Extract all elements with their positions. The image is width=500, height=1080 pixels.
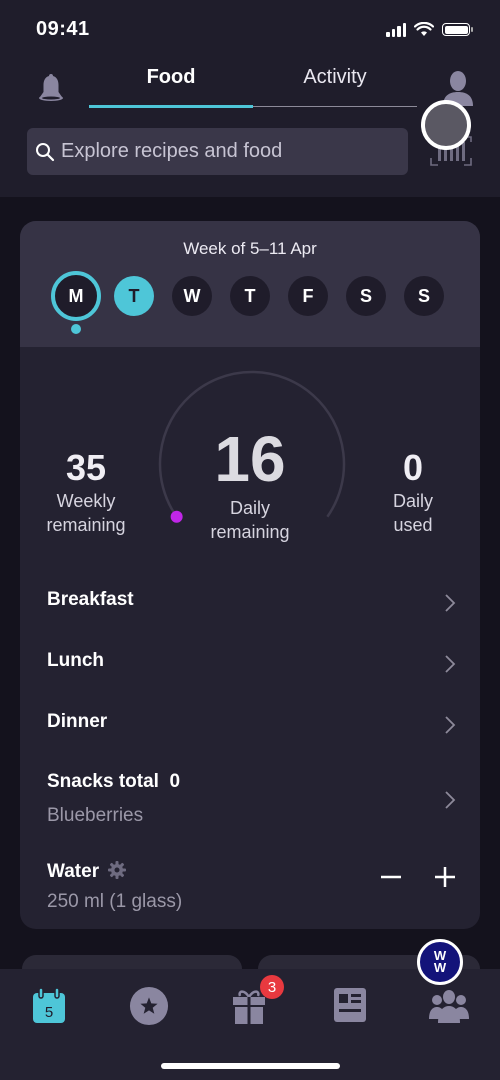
day-0[interactable]: M	[51, 271, 101, 321]
touch-indicator	[421, 100, 471, 150]
svg-text:5: 5	[45, 1004, 53, 1021]
status-time: 09:41	[36, 18, 90, 40]
meal-subtitle: Blueberries	[47, 805, 144, 826]
daily-remaining-label-1: Daily	[229, 498, 270, 518]
day-list: MTWTFSS	[20, 271, 480, 336]
search-icon	[36, 142, 55, 161]
status-icons	[386, 22, 473, 37]
selected-day-dot	[71, 324, 81, 334]
water-row: Water 250 ml (1 glass)	[47, 861, 457, 913]
wifi-icon	[414, 22, 434, 36]
logo-letter: W	[433, 960, 447, 975]
chevron-right-icon	[445, 655, 456, 673]
chevron-right-icon	[445, 594, 456, 612]
daily-used-value: 0	[402, 447, 424, 488]
chevron-right-icon	[445, 716, 456, 734]
battery-icon	[442, 23, 473, 36]
meal-row-snacks[interactable]: Snacks total 0 Blueberries	[47, 771, 457, 827]
points-summary: 35 Weekly remaining 16 Daily remaining 0…	[20, 347, 480, 567]
active-tab-indicator	[89, 105, 253, 108]
daily-tracker-card: Week of 5–11 Apr MTWTFSS 35 Weekly remai…	[20, 221, 480, 929]
tab-activity[interactable]: Activity	[253, 66, 417, 89]
day-3[interactable]: T	[230, 276, 270, 316]
weekly-remaining-label-1: Weekly	[56, 491, 116, 511]
home-indicator	[161, 1063, 340, 1069]
news-icon	[334, 988, 366, 1022]
gear-icon[interactable]	[108, 861, 127, 879]
bell-icon[interactable]	[37, 72, 65, 104]
gauge-marker	[170, 510, 183, 523]
ww-brand-logo[interactable]: W W	[417, 939, 463, 985]
signal-icon	[386, 22, 406, 37]
daily-used-label-2: used	[393, 515, 433, 535]
app-header: 09:41 Food Activity Explore recipes and …	[0, 0, 500, 197]
weekly-remaining[interactable]: 35 Weekly remaining	[46, 447, 126, 537]
meal-row-lunch[interactable]: Lunch	[47, 650, 457, 673]
daily-used[interactable]: 0 Daily used	[373, 447, 453, 537]
rewards-badge: 3	[260, 975, 284, 999]
water-label: Water	[47, 861, 100, 882]
nav-community[interactable]	[429, 986, 469, 1026]
nav-my-day[interactable]: 5	[29, 986, 69, 1026]
meal-title: Lunch	[47, 650, 104, 671]
food-activity-tabs: Food Activity	[89, 60, 417, 108]
bottom-nav: 5	[0, 969, 500, 1080]
nav-favorites[interactable]	[129, 986, 169, 1026]
calendar-icon: 5	[33, 987, 65, 1023]
day-6[interactable]: S	[404, 276, 444, 316]
meal-row-dinner[interactable]: Dinner	[47, 711, 457, 734]
water-decrement-button[interactable]	[379, 865, 403, 889]
week-selector: Week of 5–11 Apr MTWTFSS	[20, 221, 480, 347]
day-1[interactable]: T	[114, 276, 154, 316]
star-icon	[129, 986, 169, 1026]
daily-remaining-value: 16	[214, 423, 286, 495]
chevron-right-icon	[445, 791, 456, 809]
meal-title: Snacks total 0	[47, 771, 181, 792]
water-amount: 250 ml (1 glass)	[47, 891, 183, 912]
search-input[interactable]: Explore recipes and food	[27, 128, 408, 175]
water-controls	[379, 865, 457, 889]
day-5[interactable]: S	[346, 276, 386, 316]
weekly-remaining-label-2: remaining	[46, 515, 126, 535]
tab-food[interactable]: Food	[89, 66, 253, 89]
weekly-remaining-value: 35	[65, 447, 107, 488]
meal-title: Dinner	[47, 711, 108, 732]
daily-used-label-1: Daily	[392, 491, 433, 511]
meal-row-breakfast[interactable]: Breakfast	[47, 589, 457, 612]
meal-title: Breakfast	[47, 589, 134, 610]
group-icon	[429, 990, 469, 1023]
nav-articles[interactable]	[330, 986, 370, 1026]
daily-remaining-label-2: remaining	[210, 522, 290, 542]
day-4[interactable]: F	[288, 276, 328, 316]
week-title: Week of 5–11 Apr	[183, 239, 317, 258]
search-placeholder: Explore recipes and food	[61, 140, 283, 162]
water-increment-button[interactable]	[433, 865, 457, 889]
day-2[interactable]: W	[172, 276, 212, 316]
daily-remaining[interactable]: 16 Daily remaining	[190, 422, 310, 544]
